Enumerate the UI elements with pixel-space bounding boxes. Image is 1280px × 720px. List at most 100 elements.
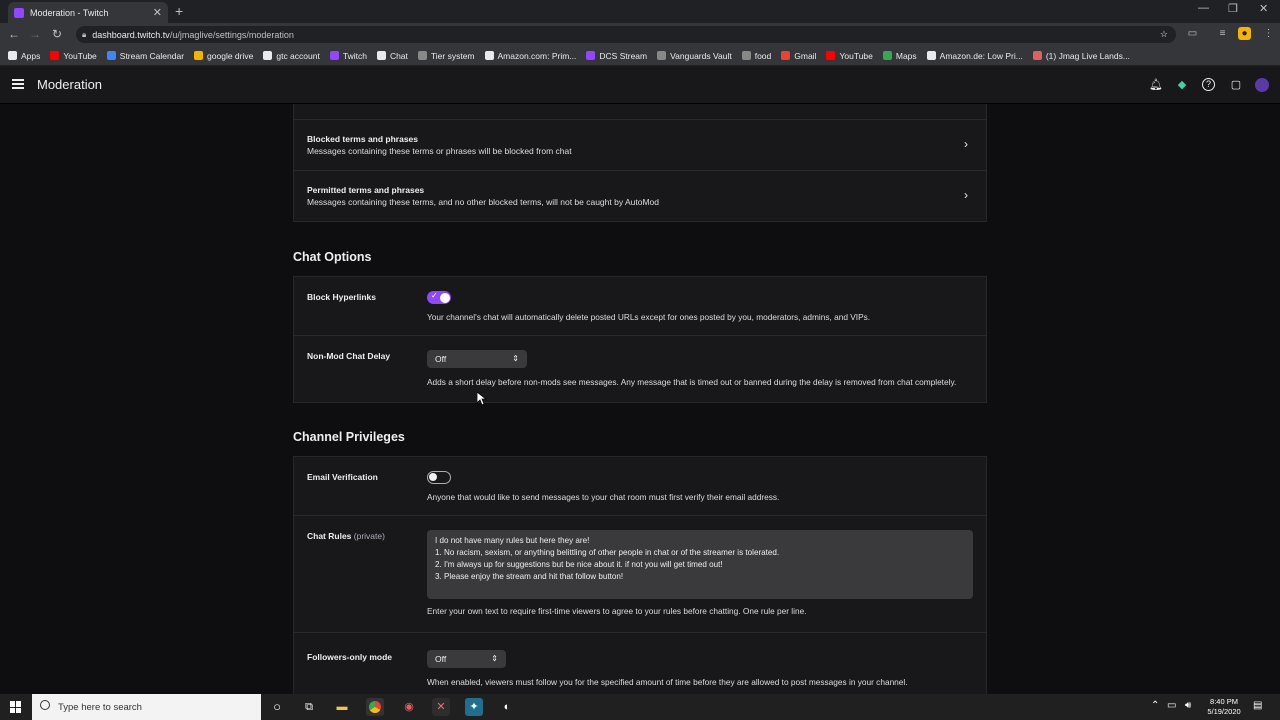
bookmark-label: Maps	[895, 50, 917, 61]
windows-start-icon[interactable]	[10, 701, 22, 713]
new-tab-button[interactable]: +	[175, 3, 183, 19]
browser-toolbar: ← → ↻ 🔒︎ dashboard.twitch.tv/u/jmaglive/…	[0, 23, 1280, 46]
email-verification-label: Email Verification	[307, 472, 378, 482]
bookmark-item[interactable]: Vanguards Vault	[657, 51, 732, 61]
browser-tab-bar: Moderation - Twitch ✕ + — ❐ ✕	[0, 0, 1280, 23]
hamburger-menu-icon[interactable]	[12, 79, 24, 89]
address-bar[interactable]: 🔒︎ dashboard.twitch.tv/u/jmaglive/settin…	[76, 26, 1176, 43]
bookmark-favicon-icon	[263, 51, 273, 60]
restore-icon[interactable]: ❐	[1228, 2, 1238, 15]
bookmark-item[interactable]: Twitch	[329, 50, 367, 61]
blocked-terms-title: Blocked terms and phrases	[307, 134, 419, 144]
bookmark-item[interactable]: DCS Stream	[586, 51, 647, 61]
extension-icon[interactable]: ▭	[1186, 27, 1199, 40]
bookmark-label: Twitch	[342, 50, 367, 61]
bookmark-item[interactable]: google drive	[194, 51, 253, 61]
volume-icon[interactable]: 🔊︎	[1185, 700, 1191, 711]
url-host: dashboard.twitch.tv	[92, 29, 170, 40]
close-window-icon[interactable]: ✕	[1259, 2, 1268, 15]
bookmark-favicon-icon	[1032, 51, 1042, 60]
file-explorer-icon[interactable]: ▬	[333, 698, 351, 716]
app-icon[interactable]: ✦	[465, 698, 483, 716]
profile-avatar-icon[interactable]: ●	[1238, 27, 1251, 40]
bookmark-item[interactable]: Gmail	[781, 51, 816, 61]
playlist-icon[interactable]: ≡	[1216, 27, 1229, 40]
bookmark-item[interactable]: gtc account	[263, 50, 320, 61]
bookmark-favicon-icon	[882, 51, 892, 60]
bookmark-favicon-icon	[194, 51, 204, 60]
tray-chevron-icon[interactable]: ⌃	[1151, 700, 1159, 711]
bookmark-item[interactable]: food	[741, 51, 771, 61]
bookmark-favicon-icon	[106, 51, 116, 60]
search-icon	[40, 700, 50, 710]
url-path: /u/jmaglive/settings/moderation	[169, 29, 294, 40]
permitted-terms-title: Permitted terms and phrases	[307, 185, 425, 195]
channel-privileges-card: Email Verification Anyone that would lik…	[293, 456, 987, 694]
chevron-right-icon[interactable]: ›	[964, 188, 968, 202]
bookmarks-bar: Apps YouTube Stream Calendar google drive gt…	[0, 46, 1280, 66]
app-icon[interactable]: ◉	[400, 698, 418, 716]
user-avatar[interactable]	[1255, 78, 1269, 92]
forward-icon[interactable]: →	[25, 27, 45, 41]
moderation-settings: Blocked terms and phrases Messages conta…	[0, 104, 1280, 694]
bookmark-item[interactable]: YouTube	[50, 50, 97, 61]
bits-icon[interactable]: ◆	[1175, 78, 1189, 92]
chat-rules-textarea[interactable]: I do not have many rules but here they a…	[427, 530, 973, 599]
task-view-icon[interactable]: ⧉	[300, 698, 318, 716]
select-arrows-icon: ⇕	[512, 354, 519, 363]
bookmark-favicon-icon	[926, 51, 936, 60]
select-arrows-icon: ⇕	[491, 654, 498, 663]
bookmark-favicon-icon	[781, 51, 791, 60]
browser-menu-icon[interactable]: ⋮	[1262, 27, 1275, 40]
followers-only-select[interactable]: Off ⇕	[427, 650, 506, 668]
help-icon[interactable]: ?	[1202, 78, 1215, 91]
chevron-right-icon[interactable]: ›	[964, 137, 968, 151]
taskbar-clock[interactable]: 8:40 PM 5/19/2020	[1200, 697, 1248, 717]
chrome-icon[interactable]	[366, 698, 384, 716]
bookmark-item[interactable]: Stream Calendar	[106, 51, 184, 61]
email-verification-toggle[interactable]	[427, 471, 451, 484]
bookmark-favicon-icon	[8, 51, 17, 60]
page-title: Moderation	[37, 77, 103, 92]
blocked-terms-desc: Messages containing these terms or phras…	[307, 146, 572, 156]
notifications-bell-icon[interactable]: 🔔︎	[1149, 78, 1163, 92]
close-tab-icon[interactable]: ✕	[153, 6, 162, 19]
twitch-top-nav: Moderation 🔔︎ ◆ ? ▢	[0, 66, 1280, 104]
chat-rules-line: 3. Please enjoy the stream and hit that …	[435, 572, 624, 581]
bookmark-item[interactable]: Chat	[376, 51, 408, 61]
followers-only-value: Off	[435, 654, 447, 664]
bookmark-label: YouTube	[63, 50, 97, 61]
blocked-terms-row[interactable]: Blocked terms and phrases Messages conta…	[294, 120, 986, 171]
bookmark-favicon-icon	[657, 51, 667, 60]
bookmark-label: google drive	[207, 50, 254, 61]
app-icon[interactable]: ✕	[432, 698, 450, 716]
bookmark-item[interactable]: YouTube	[826, 51, 873, 61]
notifications-center-icon[interactable]: ▤	[1253, 700, 1262, 711]
cut-off-row	[294, 104, 986, 120]
bookmark-item[interactable]: (1) Jmag Live Lands...	[1032, 50, 1130, 61]
browser-tab[interactable]: Moderation - Twitch ✕	[8, 2, 168, 23]
bookmark-label: (1) Jmag Live Lands...	[1045, 50, 1130, 61]
bookmark-item[interactable]: Maps	[882, 50, 917, 61]
back-icon[interactable]: ←	[4, 27, 24, 41]
non-mod-delay-select[interactable]: Off ⇕	[427, 350, 527, 368]
permitted-terms-row[interactable]: Permitted terms and phrases Messages con…	[294, 171, 986, 222]
cortana-icon[interactable]: ○	[268, 698, 286, 716]
taskbar-search[interactable]: Type here to search	[32, 694, 261, 720]
bookmark-favicon-icon	[417, 51, 427, 60]
block-hyperlinks-toggle[interactable]: ✓	[427, 291, 451, 304]
whispers-icon[interactable]: ▢	[1229, 78, 1243, 92]
obs-icon[interactable]: ◐	[498, 698, 516, 716]
bookmark-star-icon[interactable]: ☆	[1160, 29, 1168, 40]
followers-only-help: When enabled, viewers must follow you fo…	[427, 677, 908, 687]
minimize-icon[interactable]: —	[1198, 2, 1209, 14]
bookmark-item[interactable]: Apps	[8, 51, 40, 61]
bookmark-label: gtc account	[276, 50, 320, 61]
network-icon[interactable]: ▭	[1167, 700, 1176, 711]
bookmark-item[interactable]: Amazon.com: Prim...	[484, 51, 576, 61]
bookmark-item[interactable]: Amazon.de: Low Pri...	[926, 51, 1023, 61]
chat-rules-line: 2. I'm always up for suggestions but be …	[435, 560, 723, 569]
bookmark-item[interactable]: Tier system	[417, 51, 475, 61]
reload-icon[interactable]: ↻	[47, 27, 67, 41]
bookmark-favicon-icon	[484, 51, 494, 60]
